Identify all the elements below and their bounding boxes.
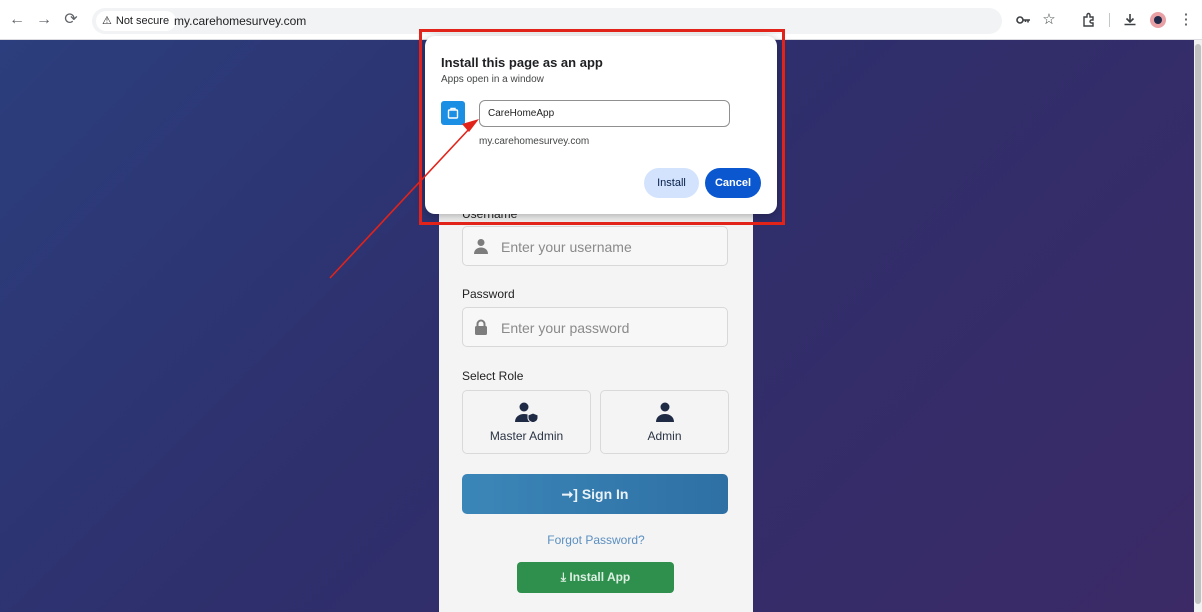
warning-icon: ⚠: [102, 15, 112, 27]
extensions-icon[interactable]: [1080, 11, 1098, 29]
forgot-password-link[interactable]: Forgot Password?: [439, 533, 753, 547]
page-scrollbar[interactable]: [1194, 40, 1202, 612]
sign-in-button[interactable]: ➞] Sign In: [462, 474, 728, 514]
security-label: Not secure: [115, 15, 170, 27]
sign-in-icon: ➞]: [561, 485, 578, 502]
lock-icon: [475, 319, 487, 335]
role-option-master-admin[interactable]: Master Admin: [462, 390, 591, 454]
username-field[interactable]: [462, 226, 728, 266]
profile-avatar[interactable]: [1150, 12, 1166, 28]
security-chip[interactable]: ⚠ Not secure: [96, 11, 177, 31]
toolbar-divider: [1109, 13, 1110, 27]
download-icon[interactable]: [1121, 11, 1139, 29]
role-option-admin[interactable]: Admin: [600, 390, 729, 454]
download-icon: ⤓: [560, 570, 567, 584]
reload-icon[interactable]: ⟳: [61, 10, 81, 30]
user-shield-icon: [514, 402, 538, 422]
password-input[interactable]: [499, 316, 723, 340]
sign-in-label: Sign In: [581, 485, 629, 502]
user-icon: [655, 402, 674, 422]
password-field[interactable]: [462, 307, 728, 347]
scrollbar-thumb[interactable]: [1195, 44, 1201, 604]
url-text: my.carehomesurvey.com: [174, 14, 307, 28]
bookmark-star-icon[interactable]: ☆: [1040, 11, 1058, 29]
back-icon[interactable]: ←: [7, 10, 27, 30]
password-key-icon[interactable]: [1014, 11, 1032, 29]
install-app-button[interactable]: ⤓ Install App: [517, 562, 674, 593]
menu-kebab-icon[interactable]: ⋮: [1177, 11, 1195, 29]
forward-icon[interactable]: →: [34, 10, 54, 30]
annotation-highlight-box: [419, 29, 785, 225]
role-label: Select Role: [462, 369, 524, 383]
username-input[interactable]: [499, 235, 723, 259]
role-option-label: Master Admin: [489, 429, 564, 443]
role-option-label: Admin: [647, 429, 682, 443]
password-label: Password: [462, 287, 515, 301]
user-icon: [474, 239, 488, 254]
install-app-label: Install App: [569, 570, 631, 584]
